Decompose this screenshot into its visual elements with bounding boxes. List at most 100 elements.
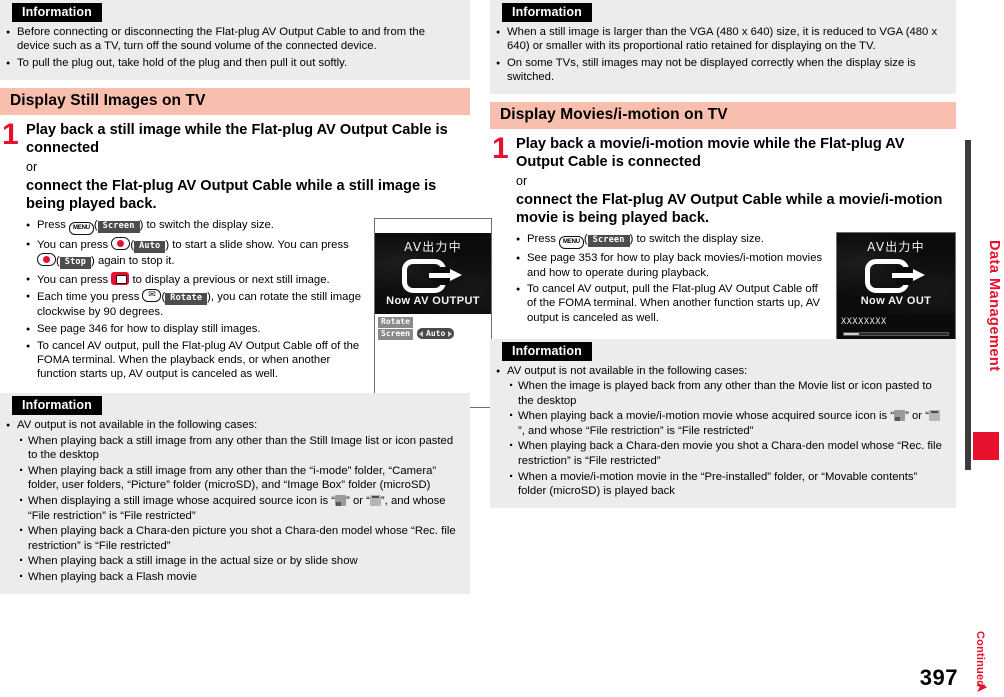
page-number: 397 bbox=[919, 665, 958, 690]
list-item: Each time you press (Rotate), you can ro… bbox=[26, 288, 366, 319]
notes-text-block: Press MENU(Screen) to switch the display… bbox=[26, 218, 366, 382]
left-top-information-box: Information Before connecting or disconn… bbox=[0, 0, 470, 80]
information-tab-label: Information bbox=[12, 396, 102, 416]
note-text: ) again to stop it. bbox=[91, 255, 175, 268]
chapter-title: Data Management bbox=[986, 240, 1002, 372]
left-column: Information Before connecting or disconn… bbox=[0, 0, 492, 594]
softkey-label-stop: Stop bbox=[59, 257, 92, 270]
right-bottom-information-box: Information AV output is not available i… bbox=[490, 338, 956, 509]
left-bottom-information-box: Information AV output is not available i… bbox=[0, 393, 470, 594]
case-text: When displaying a still image whose acqu… bbox=[28, 494, 336, 507]
rail-dark-bar bbox=[965, 140, 971, 470]
list-item: On some TVs, still images may not be dis… bbox=[496, 56, 946, 84]
information-body: AV output is not available in the follow… bbox=[490, 364, 956, 499]
step-1-movie: 1 Play back a movie/i-motion movie while… bbox=[490, 133, 956, 430]
lead-text: AV output is not available in the follow… bbox=[507, 364, 748, 377]
list-item: Press MENU(Screen) to switch the display… bbox=[516, 232, 828, 249]
step-notes: AV出力中 Now AV OUT XXXXXXXX ▶0 bbox=[516, 231, 956, 430]
acquired-source-icon-b bbox=[369, 494, 381, 506]
step-or-label: or bbox=[26, 159, 38, 174]
softkey-auto[interactable]: Auto bbox=[417, 327, 455, 339]
list-item: To cancel AV output, pull the Flat-plug … bbox=[26, 339, 366, 382]
step-notes: AV出力中 Now AV OUTPUT Rotate Screen Auto ●… bbox=[26, 217, 492, 408]
list-item: When a movie/i-motion movie in the “Pre-… bbox=[507, 469, 946, 499]
menu-key-icon: MENU bbox=[559, 235, 584, 249]
notes-text-block: Press MENU(Screen) to switch the display… bbox=[516, 232, 828, 325]
softkey-label-rotate: Rotate bbox=[165, 293, 208, 306]
acquired-source-icon-b bbox=[928, 410, 940, 422]
menu-key-icon: MENU bbox=[69, 221, 94, 235]
acquired-source-icon-a bbox=[335, 494, 347, 506]
av-output-english-label: Now AV OUTPUT bbox=[386, 294, 480, 307]
step-title: Play back a still image while the Flat-p… bbox=[26, 121, 448, 157]
list-item: You can press to display a previous or n… bbox=[26, 271, 366, 287]
list-item: AV output is not available in the follow… bbox=[496, 364, 946, 499]
chapter-rail: Data Management bbox=[956, 0, 1004, 697]
list-item: When the image is played back from any o… bbox=[507, 378, 946, 408]
information-tab-label: Information bbox=[502, 3, 592, 22]
softkey-rotate[interactable]: Rotate bbox=[378, 316, 413, 328]
list-item: Before connecting or disconnecting the F… bbox=[6, 25, 460, 53]
note-text: ) to switch the display size. bbox=[139, 218, 274, 231]
av-output-screen: AV出力中 Now AV OUTPUT bbox=[375, 232, 491, 314]
list-item: When playing back a still image in the a… bbox=[17, 553, 460, 569]
list-item: When playing back a Chara-den picture yo… bbox=[17, 523, 460, 553]
note-text: You can press bbox=[37, 273, 112, 286]
list-item: You can press (Auto) to start a slide sh… bbox=[26, 237, 366, 270]
note-text: You can press bbox=[37, 239, 112, 252]
information-bullet-list: AV output is not available in the follow… bbox=[6, 418, 460, 584]
av-output-english-label: Now AV OUT bbox=[860, 294, 932, 307]
playback-progress-bar[interactable] bbox=[843, 331, 949, 336]
note-text: to display a previous or next still imag… bbox=[129, 273, 330, 286]
av-output-icon bbox=[402, 258, 464, 293]
list-item: When playing back a still image from any… bbox=[17, 463, 460, 493]
step-number: 1 bbox=[2, 117, 19, 151]
note-text: Press bbox=[527, 232, 560, 245]
step-or-label: or bbox=[516, 173, 528, 188]
softkey-label-auto: Auto bbox=[134, 241, 166, 254]
information-bullet-list: When a still image is larger than the VG… bbox=[496, 25, 946, 84]
phone-screenshot-still-image: AV出力中 Now AV OUTPUT Rotate Screen Auto bbox=[374, 217, 492, 408]
case-text: ” or “ bbox=[905, 410, 929, 423]
av-output-japanese-label: AV出力中 bbox=[867, 239, 925, 254]
note-text: Press bbox=[37, 218, 70, 231]
sub-case-list: When the image is played back from any o… bbox=[507, 378, 946, 499]
case-text: ” or “ bbox=[346, 494, 370, 507]
phone-softkey-area: Rotate Screen Auto bbox=[375, 313, 491, 348]
rail-accent-block bbox=[973, 432, 999, 460]
information-tab-label: Information bbox=[12, 3, 102, 22]
lead-text: AV output is not available in the follow… bbox=[17, 419, 258, 432]
step-title-alt: connect the Flat-plug AV Output Cable wh… bbox=[26, 177, 437, 213]
continued-arrow-icon: ➤ bbox=[975, 679, 988, 696]
note-text: Each time you press bbox=[37, 291, 143, 304]
information-body: AV output is not available in the follow… bbox=[0, 418, 470, 584]
information-body: When a still image is larger than the VG… bbox=[490, 25, 956, 84]
mail-key-icon bbox=[142, 288, 162, 303]
av-output-japanese-label: AV出力中 bbox=[404, 239, 462, 254]
information-tab-label: Information bbox=[502, 341, 592, 361]
select-key-icon bbox=[111, 237, 131, 251]
select-key-icon bbox=[37, 253, 56, 267]
list-item: When displaying a still image whose acqu… bbox=[17, 493, 460, 523]
acquired-source-icon-a bbox=[894, 410, 906, 422]
av-output-icon bbox=[865, 258, 927, 293]
manual-page: Information Before connecting or disconn… bbox=[0, 0, 1004, 697]
sub-case-list: When playing back a still image from any… bbox=[17, 433, 460, 585]
list-item: When playing back a still image from any… bbox=[17, 433, 460, 463]
list-item: AV output is not available in the follow… bbox=[6, 418, 460, 584]
list-item: When playing back a Flash movie bbox=[17, 569, 460, 585]
navigation-key-icon bbox=[111, 271, 130, 285]
information-bullet-list: Before connecting or disconnecting the F… bbox=[6, 25, 460, 71]
list-item: When playing back a Chara-den movie you … bbox=[507, 438, 946, 468]
step-notes-list: Press MENU(Screen) to switch the display… bbox=[26, 218, 366, 382]
list-item: See page 346 for how to display still im… bbox=[26, 322, 366, 337]
page-footer: 397 Continued ➤ bbox=[0, 631, 1004, 696]
softkey-screen[interactable]: Screen bbox=[378, 328, 413, 340]
movie-file-name: XXXXXXXX bbox=[841, 316, 887, 327]
list-item: When a still image is larger than the VG… bbox=[496, 25, 946, 53]
section-heading-still-images: Display Still Images on TV bbox=[0, 87, 470, 115]
information-body: Before connecting or disconnecting the F… bbox=[0, 25, 470, 71]
information-bullet-list: AV output is not available in the follow… bbox=[496, 364, 946, 499]
step-1-still-image: 1 Play back a still image while the Flat… bbox=[0, 117, 492, 408]
step-notes-list: Press MENU(Screen) to switch the display… bbox=[516, 232, 828, 325]
